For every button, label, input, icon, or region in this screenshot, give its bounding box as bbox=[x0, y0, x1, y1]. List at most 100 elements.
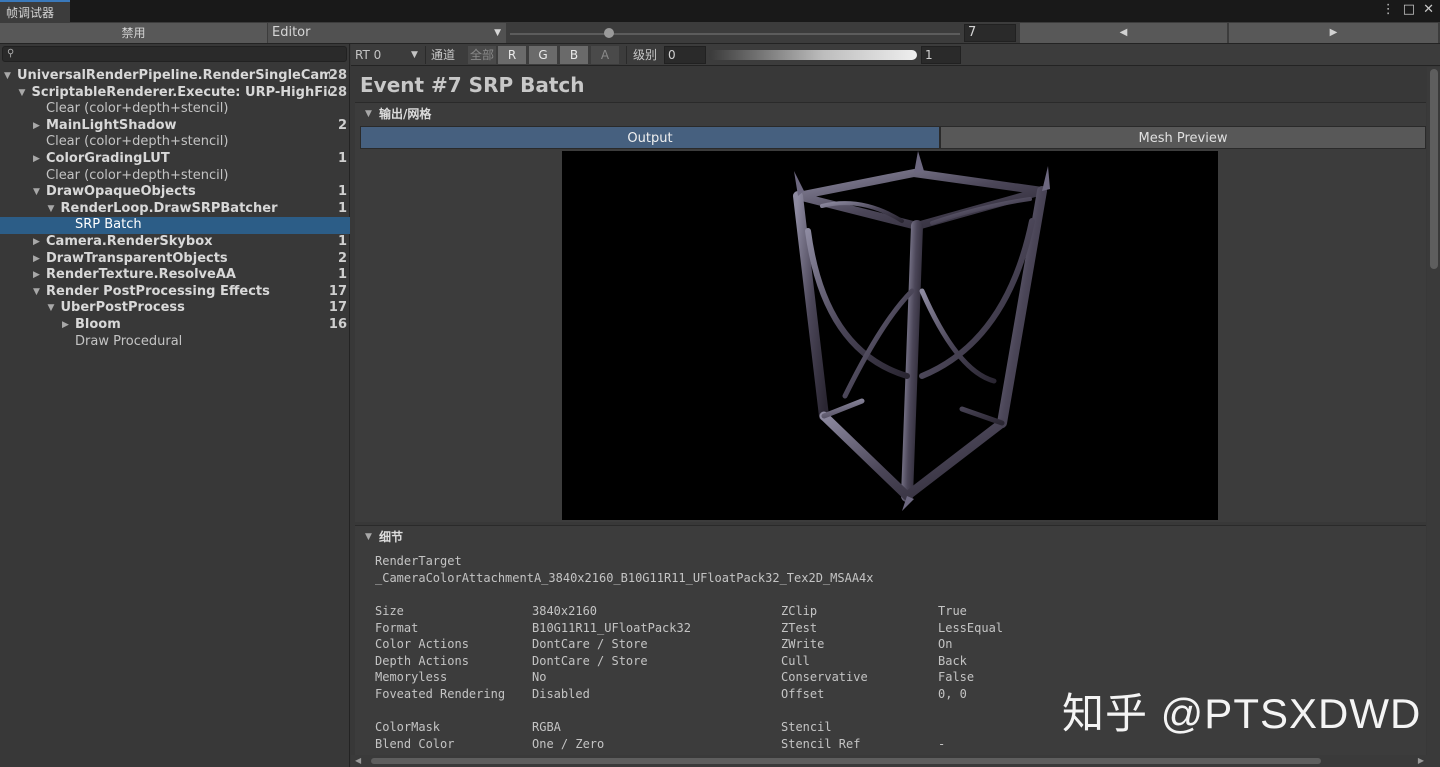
tree-row-count: 1 bbox=[337, 233, 347, 249]
tree-row[interactable]: SRP Batch bbox=[0, 217, 350, 234]
property-key: Format bbox=[375, 620, 419, 635]
render-target-dropdown[interactable]: RT 0 bbox=[355, 44, 381, 66]
tree-row-count: 16 bbox=[328, 316, 347, 332]
level-max-field[interactable]: 1 bbox=[921, 46, 961, 64]
tree-row[interactable]: ▼ UberPostProcess 17 bbox=[0, 300, 350, 317]
expand-closed-icon[interactable]: ▶ bbox=[33, 151, 40, 168]
tree-row[interactable]: ▶ RenderTexture.ResolveAA 1 bbox=[0, 267, 350, 284]
channel-b-button[interactable]: B bbox=[560, 46, 588, 64]
property-value: No bbox=[532, 670, 547, 685]
expand-closed-icon[interactable]: ▶ bbox=[33, 251, 40, 268]
divider bbox=[425, 46, 426, 64]
frame-number-field[interactable]: 7 bbox=[964, 24, 1016, 42]
render-target-label: RenderTarget bbox=[375, 554, 462, 568]
frame-slider-track[interactable] bbox=[510, 33, 960, 35]
previous-event-button[interactable]: ◀ bbox=[1020, 23, 1227, 43]
channel-all-button[interactable]: 全部 bbox=[468, 46, 496, 64]
target-dropdown[interactable]: Editor ▼ bbox=[268, 23, 506, 43]
tree-row[interactable]: ▼ ScriptableRenderer.Execute: URP-HighFid… bbox=[0, 85, 350, 102]
property-value: 0, 0 bbox=[938, 687, 967, 701]
expand-open-icon[interactable]: ▼ bbox=[19, 85, 26, 102]
tree-row[interactable]: ▶ Camera.RenderSkybox 1 bbox=[0, 234, 350, 251]
tree-row[interactable]: ▼ UniversalRenderPipeline.RenderSingleCam… bbox=[0, 68, 350, 85]
tree-row[interactable]: ▼ RenderLoop.DrawSRPBatcher 1 bbox=[0, 201, 350, 218]
expand-open-icon[interactable]: ▼ bbox=[4, 68, 11, 85]
tab-mesh-preview[interactable]: Mesh Preview bbox=[940, 126, 1426, 149]
property-value: False bbox=[938, 670, 975, 685]
expand-open-icon[interactable]: ▼ bbox=[33, 184, 40, 201]
property-value: B10G11R11_UFloatPack32 bbox=[532, 620, 691, 635]
channel-r-button[interactable]: R bbox=[498, 46, 526, 64]
render-output-viewport bbox=[562, 151, 1218, 520]
property-key: Foveated Rendering bbox=[375, 687, 506, 701]
tree-row-count: 1 bbox=[337, 200, 347, 216]
disable-button[interactable]: 禁用 bbox=[0, 23, 267, 43]
expand-closed-icon[interactable]: ▶ bbox=[33, 118, 40, 135]
tree-row-count: 28 bbox=[328, 68, 347, 83]
window-titlebar: 帧调试器 ⋮ □ ✕ bbox=[0, 0, 1440, 22]
render-target-toolbar: RT 0 ▼ 通道 全部 R G B A 级别 0 1 bbox=[351, 44, 1440, 66]
property-key: ZClip bbox=[781, 604, 818, 618]
expand-open-icon[interactable]: ▼ bbox=[48, 300, 55, 317]
output-section-title: 输出/网格 bbox=[379, 107, 432, 121]
close-icon[interactable]: ✕ bbox=[1423, 2, 1434, 17]
tab-output[interactable]: Output bbox=[360, 126, 940, 149]
tree-row[interactable]: ▶ ColorGradingLUT 1 bbox=[0, 151, 350, 168]
tree-row-label: RenderTexture.ResolveAA bbox=[46, 267, 236, 283]
tree-row-label: Draw Procedural bbox=[75, 333, 183, 349]
details-section-header[interactable]: ▼ 细节 bbox=[355, 526, 1426, 548]
more-options-icon[interactable]: ⋮ bbox=[1382, 2, 1395, 17]
property-value: Disabled bbox=[532, 687, 590, 701]
channel-a-button[interactable]: A bbox=[591, 46, 619, 64]
frame-debugger-tab[interactable]: 帧调试器 bbox=[0, 0, 70, 22]
property-key: Color Actions bbox=[375, 637, 469, 652]
scrollbar-thumb[interactable] bbox=[1430, 69, 1438, 269]
next-event-button[interactable]: ▶ bbox=[1229, 23, 1438, 43]
expand-closed-icon[interactable]: ▶ bbox=[33, 267, 40, 284]
property-value: - bbox=[938, 736, 946, 751]
render-target-value: _CameraColorAttachmentA_3840x2160_B10G11… bbox=[375, 570, 874, 585]
tree-row[interactable]: Clear (color+depth+stencil) bbox=[0, 168, 350, 185]
search-input[interactable]: ⚲ bbox=[2, 46, 347, 62]
expand-closed-icon[interactable]: ▶ bbox=[62, 317, 69, 334]
scroll-left-icon[interactable]: ◀ bbox=[355, 755, 361, 767]
tree-row-count: 2 bbox=[337, 250, 347, 266]
tree-row[interactable]: Draw Procedural bbox=[0, 334, 350, 351]
details-section-title: 细节 bbox=[379, 530, 404, 544]
tree-row-count: 17 bbox=[328, 300, 347, 316]
tree-row[interactable]: ▼ Render PostProcessing Effects 17 bbox=[0, 284, 350, 301]
expand-closed-icon[interactable]: ▶ bbox=[33, 234, 40, 251]
scrollbar-thumb[interactable] bbox=[371, 758, 1321, 764]
tree-row[interactable]: ▶ Bloom 16 bbox=[0, 317, 350, 334]
tree-row-label: ColorGradingLUT bbox=[46, 150, 170, 166]
tree-row[interactable]: ▼ DrawOpaqueObjects 1 bbox=[0, 184, 350, 201]
tree-row-label: Render PostProcessing Effects bbox=[46, 283, 270, 299]
frame-slider-thumb[interactable] bbox=[604, 28, 614, 38]
level-range-slider[interactable] bbox=[709, 50, 917, 60]
vertical-scrollbar[interactable] bbox=[1427, 67, 1440, 755]
event-title: Event #7 SRP Batch bbox=[360, 73, 585, 97]
maximize-icon[interactable]: □ bbox=[1403, 2, 1415, 17]
tree-row-label: MainLightShadow bbox=[46, 117, 177, 133]
expand-open-icon[interactable]: ▼ bbox=[48, 201, 55, 218]
expand-open-icon[interactable]: ▼ bbox=[33, 284, 40, 301]
tree-row[interactable]: Clear (color+depth+stencil) bbox=[0, 101, 350, 118]
scroll-right-icon[interactable]: ▶ bbox=[1418, 755, 1424, 767]
property-value: 3840x2160 bbox=[532, 604, 598, 618]
chevron-down-icon[interactable]: ▼ bbox=[411, 44, 418, 66]
property-key: Cull bbox=[781, 653, 810, 668]
horizontal-scrollbar[interactable]: ◀ ▶ bbox=[351, 755, 1440, 767]
level-min-field[interactable]: 0 bbox=[664, 46, 706, 64]
property-key: ZTest bbox=[781, 620, 818, 635]
tree-row-label: UniversalRenderPipeline.RenderSingleCame… bbox=[17, 68, 330, 83]
output-section-header[interactable]: ▼ 输出/网格 bbox=[355, 103, 1426, 125]
tree-row-count: 17 bbox=[328, 283, 347, 299]
tree-row-label: Clear (color+depth+stencil) bbox=[46, 134, 229, 150]
tree-row[interactable]: Clear (color+depth+stencil) bbox=[0, 134, 350, 151]
tree-row-label: Clear (color+depth+stencil) bbox=[46, 167, 229, 183]
tree-row[interactable]: ▶ DrawTransparentObjects 2 bbox=[0, 251, 350, 268]
property-value: RGBA bbox=[532, 720, 561, 734]
channel-g-button[interactable]: G bbox=[529, 46, 557, 64]
tree-row[interactable]: ▶ MainLightShadow 2 bbox=[0, 118, 350, 135]
watermark: 知乎 @PTSXDWD bbox=[1062, 690, 1422, 737]
